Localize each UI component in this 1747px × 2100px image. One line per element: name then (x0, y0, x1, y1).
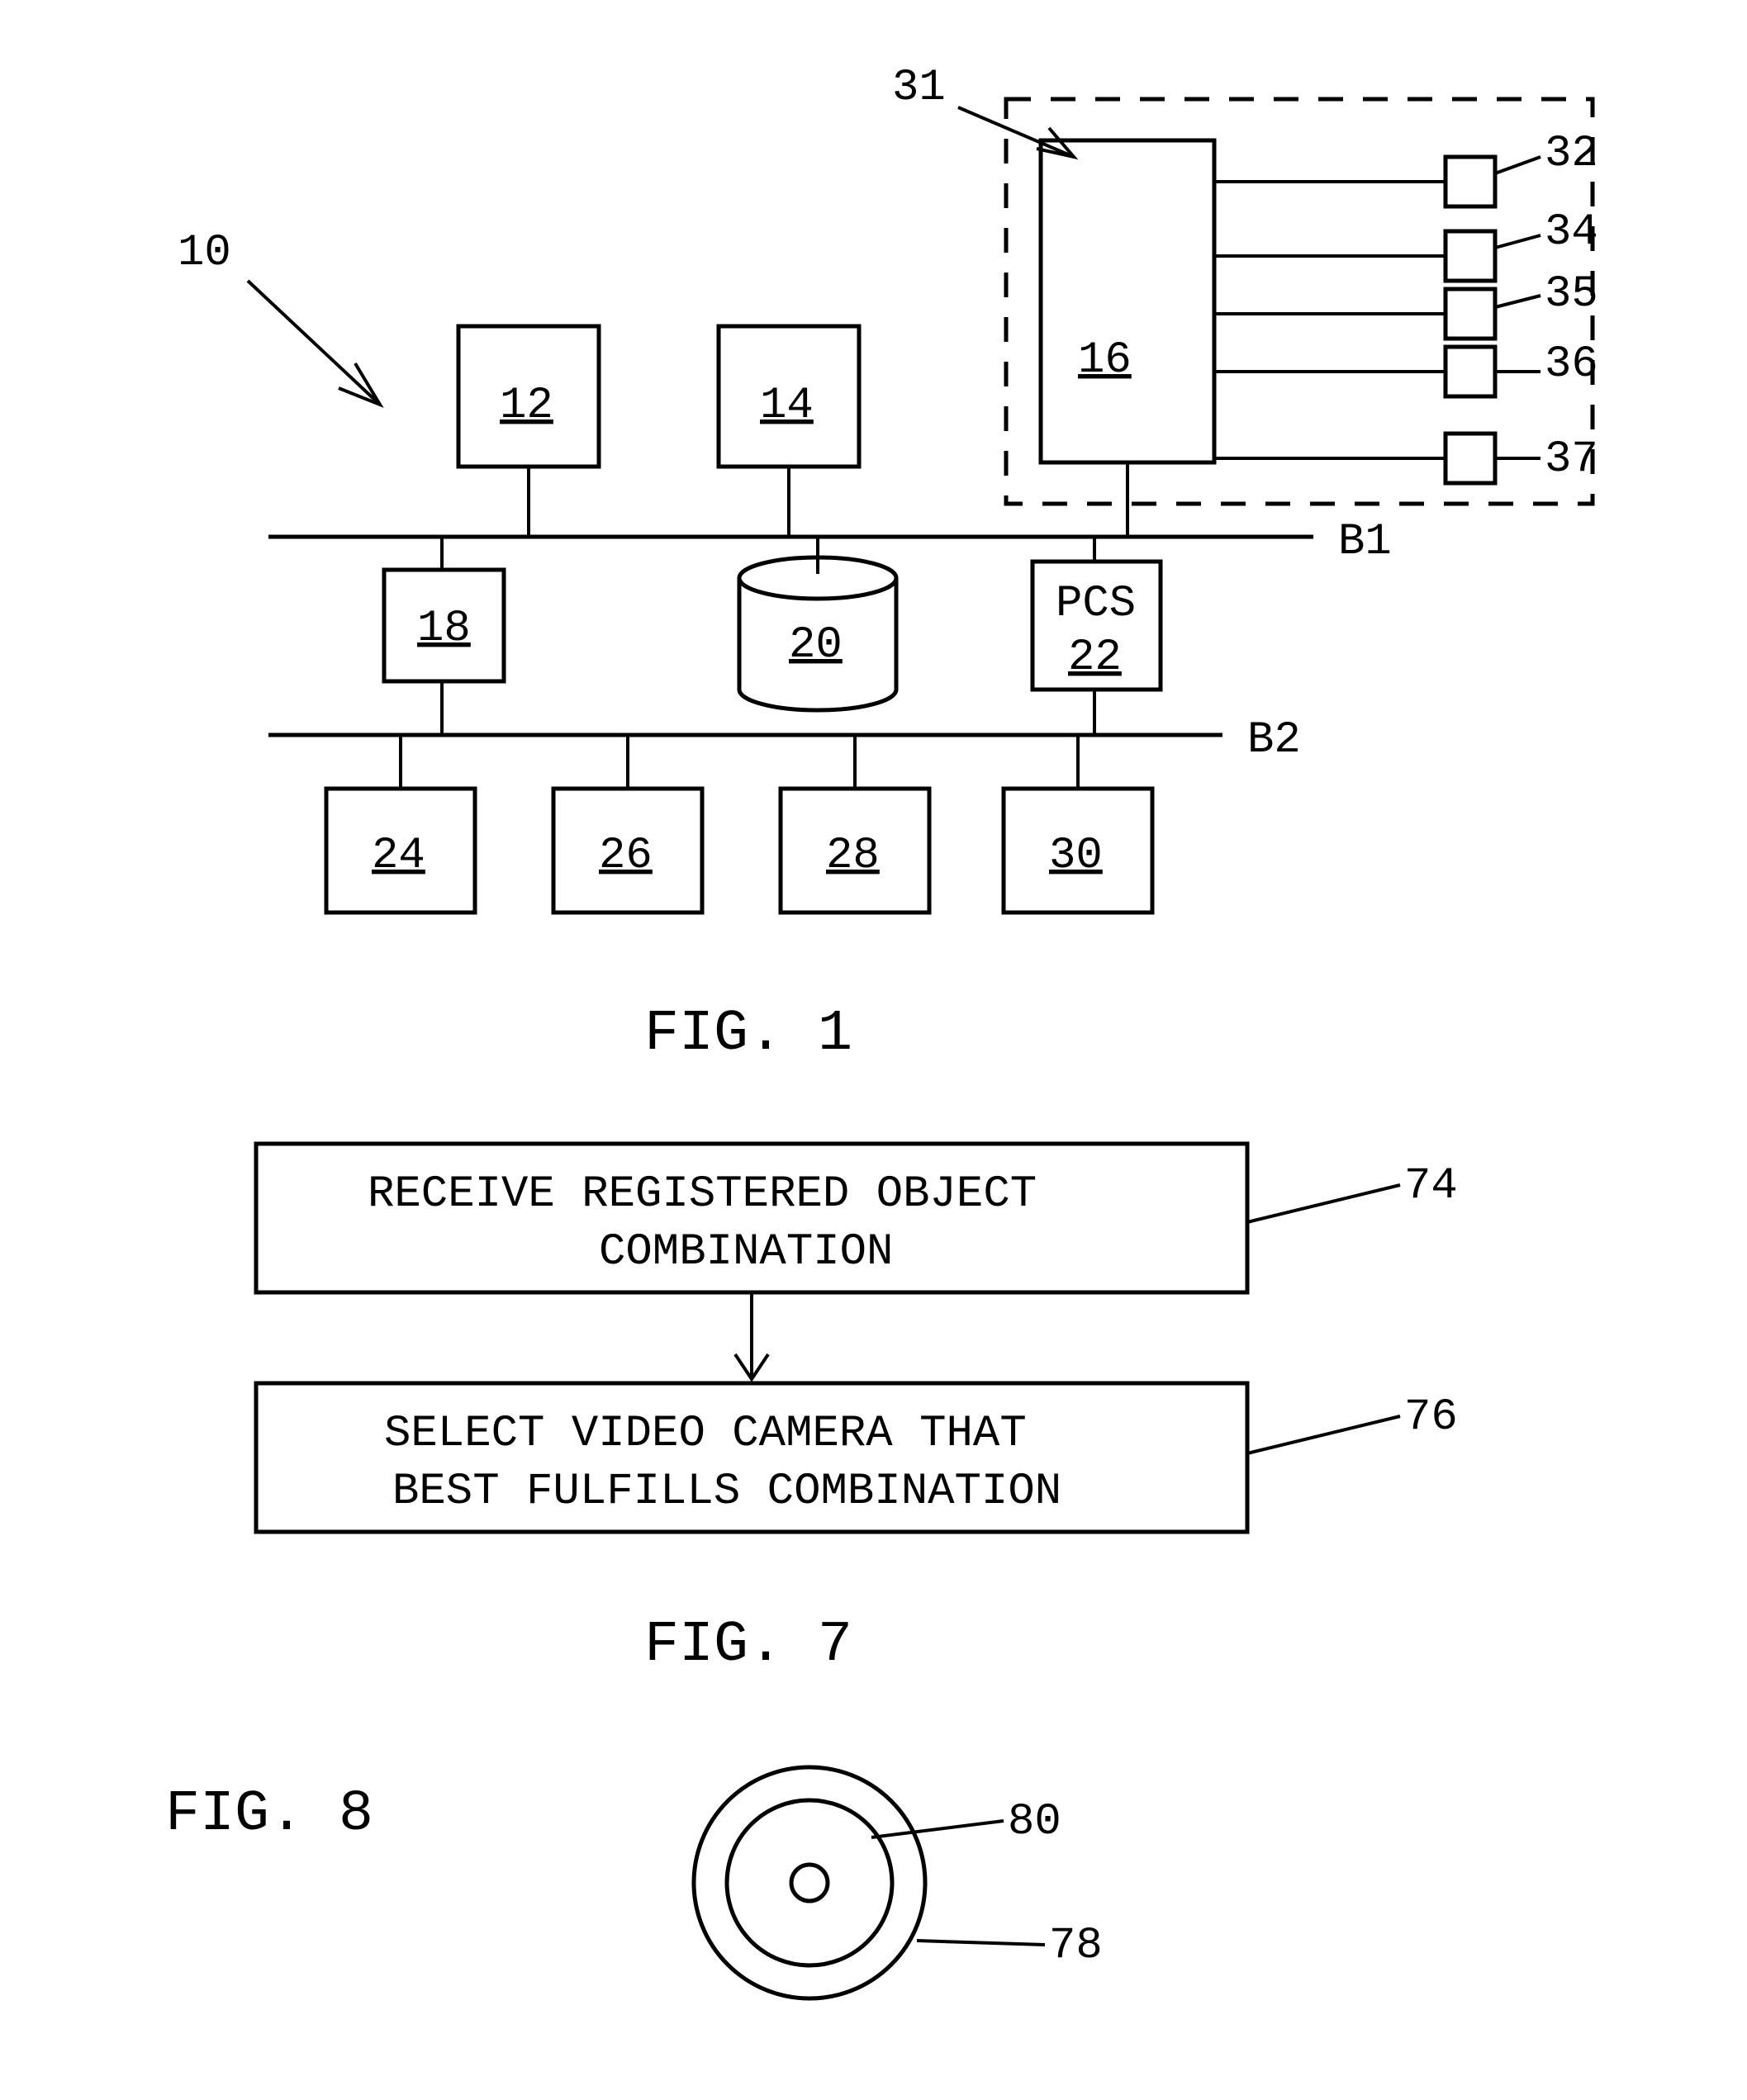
label-22: 22 (1068, 633, 1122, 683)
page-svg: 31 16 32 34 35 36 37 10 12 (0, 0, 1747, 2100)
label-34: 34 (1545, 207, 1598, 258)
label-76: 76 (1404, 1392, 1458, 1443)
step-74-l1: RECEIVE REGISTERED OBJECT (368, 1169, 1037, 1220)
label-30: 30 (1049, 831, 1103, 881)
fig8: FIG. 8 80 78 (165, 1767, 1103, 1998)
leader-31 (958, 107, 1074, 157)
fig7: RECEIVE REGISTERED OBJECT COMBINATION 74… (256, 1144, 1458, 1678)
fig8-caption: FIG. 8 (165, 1782, 373, 1847)
label-26: 26 (599, 831, 653, 881)
label-31: 31 (892, 63, 946, 113)
leader-78 (917, 1941, 1045, 1945)
box-37 (1446, 434, 1495, 483)
leader-35 (1495, 296, 1540, 307)
leader-34 (1495, 235, 1540, 248)
fig1-caption: FIG. 1 (644, 1002, 852, 1067)
label-12: 12 (500, 381, 553, 431)
group-31 (1006, 99, 1593, 504)
fig1: 31 16 32 34 35 36 37 10 12 (178, 63, 1598, 1067)
box-16 (1041, 140, 1214, 462)
step-76-l2: BEST FULFILLS COMBINATION (392, 1467, 1061, 1517)
leader-80 (871, 1821, 1004, 1837)
label-32: 32 (1545, 129, 1598, 179)
box-35 (1446, 289, 1495, 339)
inner-circle-80 (727, 1800, 892, 1965)
label-74: 74 (1404, 1161, 1458, 1211)
leader-10 (248, 281, 380, 405)
label-78: 78 (1049, 1921, 1103, 1971)
fig7-caption: FIG. 7 (644, 1613, 852, 1678)
step-76-l1: SELECT VIDEO CAMERA THAT (384, 1409, 1027, 1459)
label-24: 24 (372, 831, 425, 881)
label-14: 14 (760, 381, 814, 431)
label-10: 10 (178, 228, 231, 278)
label-35: 35 (1545, 269, 1598, 320)
label-pcs: PCS (1056, 579, 1136, 629)
label-80: 80 (1008, 1797, 1061, 1847)
leader-76 (1247, 1416, 1400, 1453)
label-18: 18 (417, 604, 471, 654)
box-32 (1446, 157, 1495, 206)
step-74-l2: COMBINATION (599, 1227, 893, 1278)
center-dot (791, 1865, 828, 1901)
label-28: 28 (826, 831, 880, 881)
box-34 (1446, 231, 1495, 281)
label-16: 16 (1078, 335, 1132, 386)
box-36 (1446, 347, 1495, 396)
label-36: 36 (1545, 339, 1598, 390)
label-b2: B2 (1247, 715, 1301, 766)
leader-32 (1495, 157, 1540, 173)
label-37: 37 (1545, 434, 1598, 485)
label-20: 20 (789, 620, 843, 671)
label-b1: B1 (1338, 517, 1392, 567)
leader-74 (1247, 1185, 1400, 1222)
